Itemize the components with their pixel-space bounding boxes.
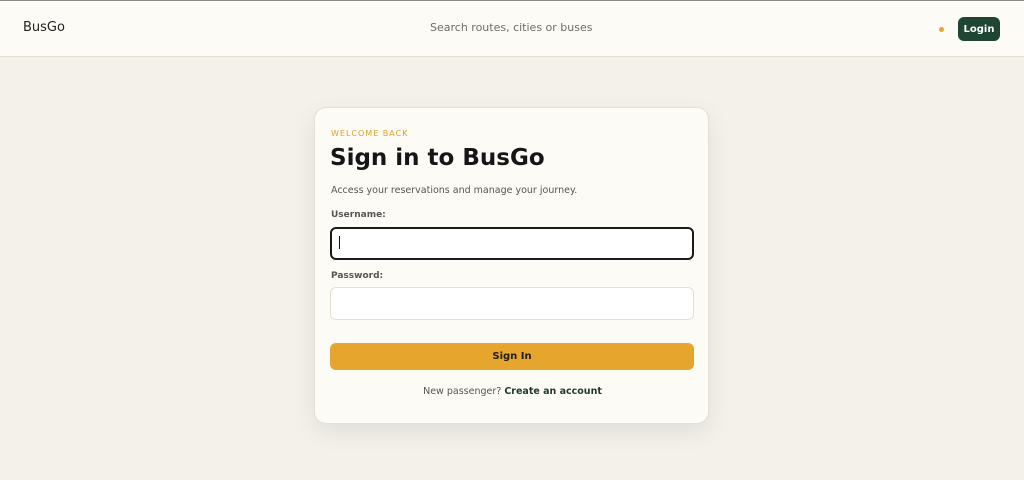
login-button[interactable]: Login [958, 17, 1000, 41]
password-label: Password: [331, 271, 384, 281]
signin-card: WELCOME BACK Sign in to BusGo Access you… [314, 107, 709, 424]
username-label: Username: [331, 210, 386, 220]
sign-in-button[interactable]: Sign In [330, 343, 694, 370]
page-subtitle: Access your reservations and manage your… [331, 185, 578, 196]
create-account-link[interactable]: Create an account [504, 386, 602, 397]
notification-dot [939, 27, 944, 32]
brand-logo-text[interactable]: BusGo [23, 20, 65, 35]
search-bar[interactable]: Search routes, cities or buses [430, 21, 592, 34]
signup-prompt: New passenger? Create an account [315, 386, 710, 397]
welcome-eyebrow: WELCOME BACK [331, 129, 409, 138]
password-input[interactable] [330, 287, 694, 320]
signup-prompt-text: New passenger? [423, 386, 502, 397]
text-caret [339, 236, 340, 249]
top-navbar: BusGo Search routes, cities or buses Log… [0, 0, 1024, 57]
page-title: Sign in to BusGo [330, 145, 545, 171]
username-input[interactable] [330, 227, 694, 260]
